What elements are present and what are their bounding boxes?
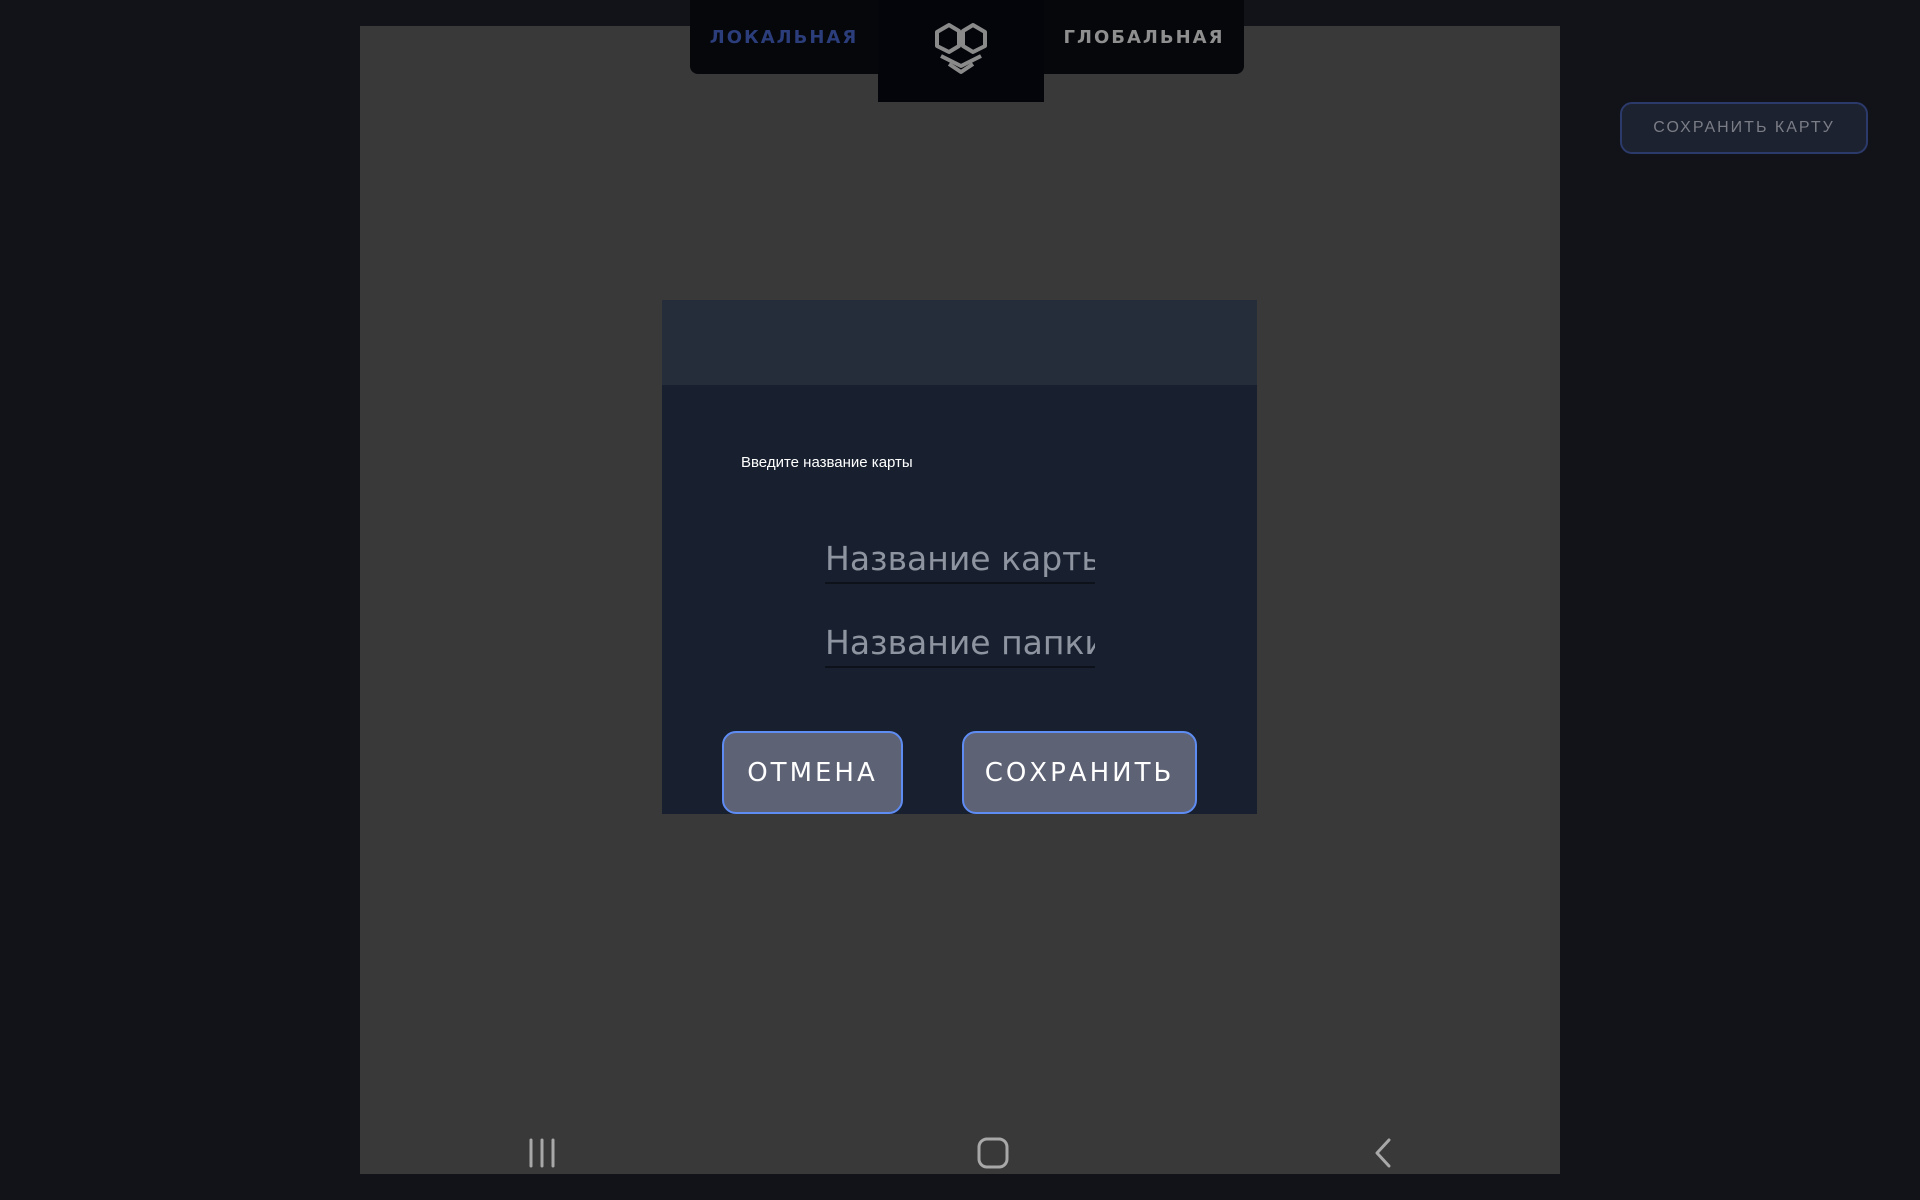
dialog-header bbox=[662, 300, 1257, 385]
save-map-button[interactable]: СОХРАНИТЬ КАРТУ bbox=[1620, 102, 1868, 154]
folder-name-input[interactable] bbox=[825, 618, 1095, 668]
tab-local[interactable]: ЛОКАЛЬНАЯ bbox=[690, 0, 878, 74]
app-logo bbox=[878, 0, 1044, 102]
tab-global-label: ГЛОБАЛЬНАЯ bbox=[1063, 26, 1225, 48]
dialog-prompt: Введите название карты bbox=[741, 454, 913, 471]
back-button[interactable] bbox=[1353, 1130, 1413, 1180]
save-map-button-label: СОХРАНИТЬ КАРТУ bbox=[1653, 119, 1835, 136]
tab-local-label: ЛОКАЛЬНАЯ bbox=[709, 26, 859, 48]
save-map-dialog: Введите название карты ОТМЕНА СОХРАНИТЬ bbox=[662, 300, 1257, 814]
home-button[interactable] bbox=[963, 1130, 1023, 1180]
tab-global[interactable]: ГЛОБАЛЬНАЯ bbox=[1044, 0, 1244, 74]
recent-apps-icon bbox=[526, 1138, 558, 1172]
home-icon bbox=[976, 1136, 1010, 1174]
system-nav-bar bbox=[360, 1130, 1560, 1180]
app-screen: ЛОКАЛЬНАЯ ГЛОБАЛЬНАЯ СОХРАНИТЬ КАРТУ Вве… bbox=[0, 0, 1920, 1200]
back-icon bbox=[1371, 1137, 1395, 1173]
cancel-button-label: ОТМЕНА bbox=[747, 757, 878, 788]
recent-apps-button[interactable] bbox=[512, 1130, 572, 1180]
save-button[interactable]: СОХРАНИТЬ bbox=[962, 731, 1197, 814]
map-mode-tabs: ЛОКАЛЬНАЯ ГЛОБАЛЬНАЯ bbox=[690, 0, 1244, 102]
map-name-input[interactable] bbox=[825, 534, 1095, 584]
app-logo-icon bbox=[933, 20, 989, 82]
save-button-label: СОХРАНИТЬ bbox=[984, 757, 1175, 788]
cancel-button[interactable]: ОТМЕНА bbox=[722, 731, 903, 814]
